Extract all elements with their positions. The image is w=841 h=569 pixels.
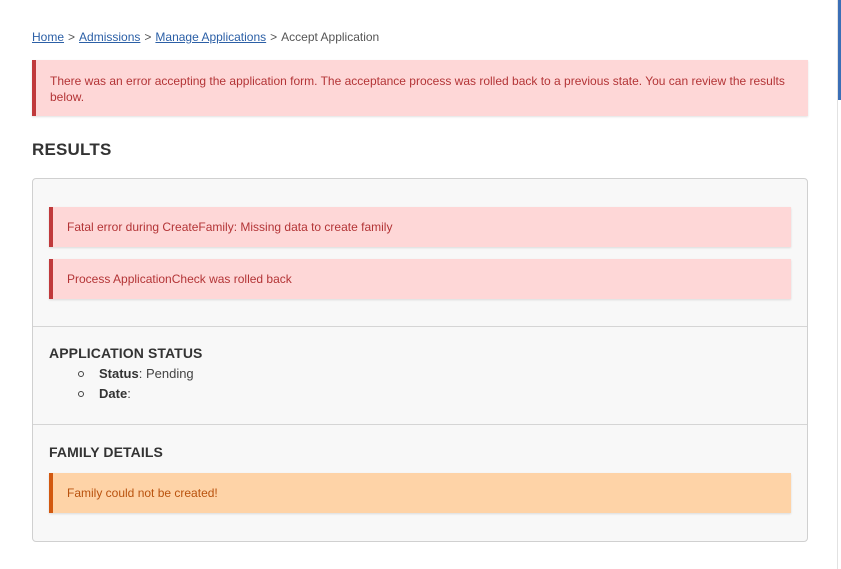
date-item: Date: [77,384,791,404]
family-details-heading: FAMILY DETAILS [49,444,163,460]
application-status-heading: APPLICATION STATUS [49,345,203,361]
page: Home > Admissions > Manage Applications > Acce… [0,0,841,569]
breadcrumb-admissions-link[interactable]: Admissions [79,30,140,44]
results-panel: Fatal error during CreateFamily: Missing… [32,178,808,542]
status-value: : Pending [138,366,194,381]
family-warning-alert: Family could not be created! [49,473,791,513]
breadcrumb-current: Accept Application [281,30,380,44]
result-error-message: Process ApplicationCheck was rolled back [49,259,791,299]
result-error-message: Fatal error during CreateFamily: Missing… [49,207,791,247]
family-details-section: FAMILY DETAILS Family could not be creat… [33,425,807,541]
application-status-list: Status: Pending Date: [49,364,791,404]
breadcrumb: Home > Admissions > Manage Applications > Acce… [32,28,808,46]
error-alert: There was an error accepting the applica… [32,60,808,116]
breadcrumb-separator: > [270,30,278,44]
main-content: Home > Admissions > Manage Applications > Acce… [32,28,808,542]
breadcrumb-separator: > [144,30,152,44]
breadcrumb-manage-applications-link[interactable]: Manage Applications [155,30,266,44]
results-heading: RESULTS [32,140,112,159]
error-alert-message: There was an error accepting the applica… [50,74,785,104]
breadcrumb-separator: > [68,30,76,44]
breadcrumb-home-link[interactable]: Home [32,30,64,44]
status-item: Status: Pending [77,364,791,384]
date-value: : [127,386,131,401]
date-label: Date [99,386,128,401]
status-label: Status [99,366,139,381]
results-messages: Fatal error during CreateFamily: Missing… [33,179,807,327]
result-error-text: Process ApplicationCheck was rolled back [67,272,292,286]
application-status-section: APPLICATION STATUS Status: Pending Date: [33,327,807,425]
family-warning-text: Family could not be created! [67,486,218,500]
result-error-text: Fatal error during CreateFamily: Missing… [67,220,393,234]
